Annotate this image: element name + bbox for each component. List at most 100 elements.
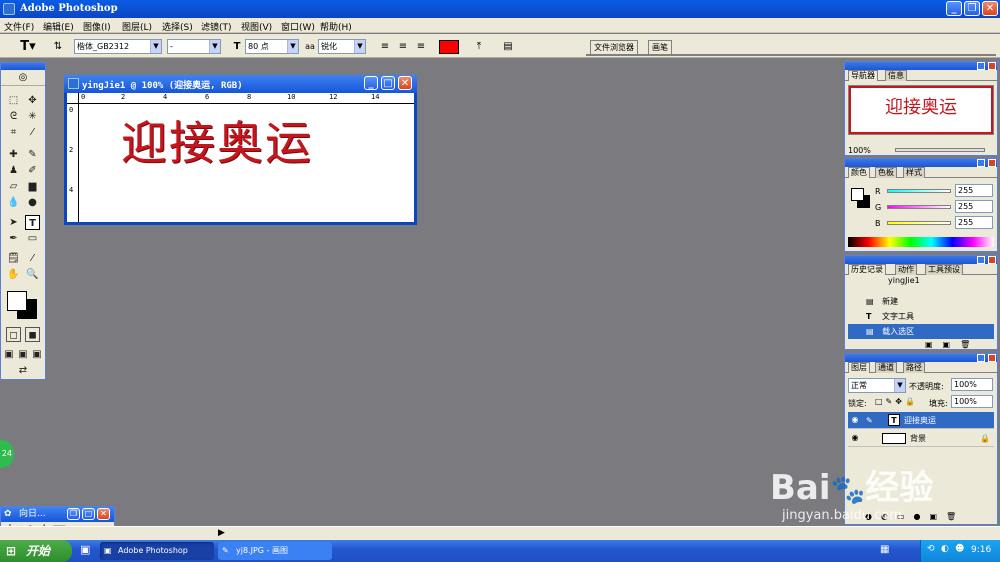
menu-image[interactable]: 图像(I)	[83, 20, 111, 33]
palette-minimize-button[interactable]	[977, 62, 985, 70]
blend-mode-select[interactable]: 正常 ▼	[848, 378, 906, 393]
crop-tool-icon[interactable]: ⌗	[6, 125, 21, 140]
palette-close-button[interactable]	[988, 159, 996, 167]
font-family-select[interactable]: 楷体_GB2312 ▼	[74, 39, 162, 54]
brush-tool-icon[interactable]: ✎	[25, 147, 40, 162]
tray-ime-icon[interactable]: ☻	[955, 544, 964, 554]
type-tool-icon[interactable]: T	[25, 215, 40, 230]
screen-mode-standard-icon[interactable]: ▣	[3, 347, 15, 362]
status-expand-arrow[interactable]: ▶	[218, 528, 225, 538]
palette-header[interactable]	[845, 256, 997, 264]
menu-window[interactable]: 窗口(W)	[281, 20, 315, 33]
color-ramp[interactable]	[848, 237, 994, 247]
palette-header[interactable]	[845, 62, 997, 70]
palettes-toggle-button[interactable]: ▤	[500, 39, 516, 54]
ime-close-button[interactable]: ✕	[97, 508, 110, 520]
eyedropper-tool-icon[interactable]: ⁄	[25, 251, 40, 266]
quick-mask-icon[interactable]: ◼	[25, 327, 40, 342]
layer-row-selected[interactable]: ◉ ✎ T 迎接奥运	[848, 412, 994, 429]
history-snapshot[interactable]: yingJie1	[848, 277, 994, 287]
zoom-tool-icon[interactable]: 🔍	[25, 267, 40, 282]
menu-filter[interactable]: 滤镜(T)	[201, 20, 232, 33]
navigator-thumbnail[interactable]: 迎接奥运	[848, 85, 994, 135]
tray-network-icon[interactable]: ⟲	[927, 544, 935, 554]
ime-maximize-button[interactable]: □	[82, 508, 95, 520]
layer-row[interactable]: ◉ 背景 🔒	[848, 430, 994, 447]
path-selection-icon[interactable]: ➤	[6, 215, 21, 230]
healing-brush-icon[interactable]: ✚	[6, 147, 21, 162]
palette-close-button[interactable]	[988, 62, 996, 70]
taskbar-item-paint[interactable]: ✎ yj8.JPG - 画图	[218, 542, 332, 560]
screen-mode-full-menu-icon[interactable]: ▣	[17, 347, 29, 362]
taskbar-item-photoshop[interactable]: ▣ Adobe Photoshop	[100, 542, 214, 560]
vertical-ruler[interactable]: 0 2 4	[67, 104, 79, 222]
text-orientation-icon[interactable]: ⇅	[50, 39, 66, 54]
tab-tool-presets[interactable]: 工具预设	[925, 264, 963, 275]
history-item-selected[interactable]: ▤ 载入选区	[848, 324, 994, 339]
blue-value-field[interactable]: 255	[955, 216, 993, 229]
eye-icon[interactable]: ◉	[850, 433, 860, 443]
fill-field[interactable]: 100%	[951, 395, 993, 408]
tab-layers[interactable]: 图层	[848, 362, 870, 373]
history-footer-buttons[interactable]: ▣▣🗑	[925, 340, 980, 349]
doc-minimize-button[interactable]: _	[364, 76, 378, 90]
font-style-select[interactable]: - ▼	[167, 39, 221, 54]
menu-file[interactable]: 文件(F)	[4, 20, 34, 33]
palette-minimize-button[interactable]	[977, 159, 985, 167]
tab-paths[interactable]: 路径	[903, 362, 925, 373]
blur-tool-icon[interactable]: 💧	[6, 195, 21, 210]
tab-styles[interactable]: 样式	[903, 167, 925, 178]
clone-stamp-icon[interactable]: ♟	[6, 163, 21, 178]
tray-volume-icon[interactable]: ◐	[941, 544, 949, 554]
opacity-field[interactable]: 100%	[951, 378, 993, 391]
toolbox-header[interactable]	[1, 63, 45, 70]
ime-title-bar[interactable]: ✿ 向日... ❐ □ ✕	[1, 507, 114, 522]
tab-color[interactable]: 颜色	[848, 167, 870, 178]
restore-button[interactable]: ❐	[964, 1, 980, 16]
eye-icon[interactable]: ◉	[850, 415, 860, 425]
tab-channels[interactable]: 通道	[875, 362, 897, 373]
red-slider[interactable]	[887, 189, 951, 193]
standard-mode-icon[interactable]: ◻	[6, 327, 21, 342]
screen-mode-full-icon[interactable]: ▣	[31, 347, 43, 362]
notes-tool-icon[interactable]: 🗒	[6, 251, 21, 266]
green-slider[interactable]	[887, 205, 951, 209]
foreground-color-swatch[interactable]	[7, 291, 27, 311]
hand-tool-icon[interactable]: ✋	[6, 267, 21, 282]
history-brush-icon[interactable]: ✐	[25, 163, 40, 178]
align-left-button[interactable]: ≡	[377, 39, 393, 54]
menu-help[interactable]: 帮助(H)	[320, 20, 352, 33]
doc-close-button[interactable]: ✕	[398, 76, 412, 90]
dodge-tool-icon[interactable]: ●	[25, 195, 40, 210]
tray-app-icon[interactable]: ▦	[880, 544, 889, 555]
antialias-select[interactable]: 锐化 ▼	[318, 39, 366, 54]
warp-text-button[interactable]: ⤒	[471, 39, 487, 54]
eraser-tool-icon[interactable]: ▱	[6, 179, 21, 194]
palette-minimize-button[interactable]	[977, 354, 985, 362]
lasso-tool-icon[interactable]: ᘓ	[6, 109, 21, 124]
menu-view[interactable]: 视图(V)	[241, 20, 272, 33]
text-color-swatch[interactable]	[439, 40, 459, 54]
green-value-field[interactable]: 255	[955, 200, 993, 213]
canvas-text-layer[interactable]: 迎接奥运	[121, 107, 313, 173]
menu-layer[interactable]: 图层(L)	[122, 20, 152, 33]
doc-maximize-button[interactable]: □	[381, 76, 395, 90]
tab-file-browser[interactable]: 文件浏览器	[590, 40, 638, 54]
shape-tool-icon[interactable]: ▭	[25, 231, 40, 246]
document-title-bar[interactable]: yingJie1 @ 100% (迎接奥运, RGB) _ □ ✕	[64, 75, 417, 93]
move-tool-icon[interactable]: ✥	[25, 93, 40, 108]
adobe-online-icon[interactable]: ◎	[1, 70, 45, 86]
color-fg-swatch[interactable]	[851, 188, 864, 201]
font-size-select[interactable]: 80 点 ▼	[245, 39, 299, 54]
lock-icons[interactable]: □✎✥🔒	[875, 397, 918, 406]
tab-history[interactable]: 历史记录	[848, 264, 886, 275]
navigator-zoom-slider[interactable]	[895, 148, 985, 152]
align-right-button[interactable]: ≡	[413, 39, 429, 54]
jump-to-imageready-icon[interactable]: ⇄	[6, 363, 40, 378]
tab-info[interactable]: 信息	[885, 70, 907, 81]
slice-tool-icon[interactable]: ⁄	[25, 125, 40, 140]
palette-minimize-button[interactable]	[977, 256, 985, 264]
clock[interactable]: 9:16	[971, 545, 991, 555]
tab-navigator[interactable]: 导航器	[848, 70, 878, 81]
palette-header[interactable]	[845, 159, 997, 167]
